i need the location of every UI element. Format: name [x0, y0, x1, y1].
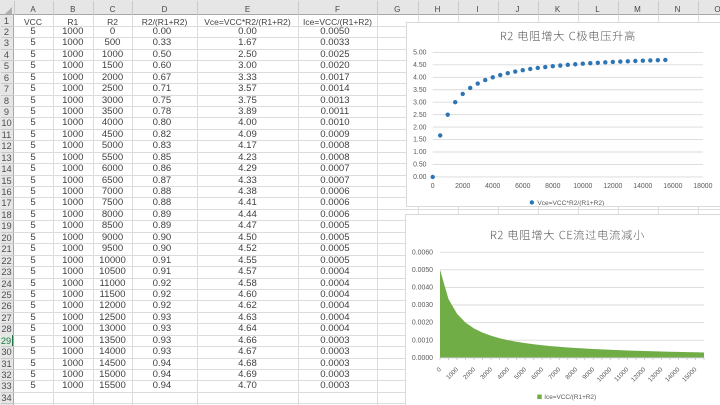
svg-text:4.50: 4.50: [413, 62, 427, 69]
svg-text:0.50: 0.50: [413, 161, 427, 168]
svg-text:10000: 10000: [573, 183, 592, 190]
svg-text:12000: 12000: [630, 366, 648, 384]
svg-text:3.50: 3.50: [413, 86, 427, 93]
svg-text:14000: 14000: [633, 183, 652, 190]
svg-text:3.00: 3.00: [413, 99, 427, 106]
svg-text:0.0020: 0.0020: [412, 319, 433, 326]
svg-text:4000: 4000: [496, 366, 511, 381]
svg-text:1.00: 1.00: [413, 149, 427, 156]
svg-text:1000: 1000: [445, 366, 460, 381]
svg-text:0.0060: 0.0060: [412, 249, 433, 256]
svg-text:1.50: 1.50: [413, 136, 427, 143]
svg-text:5.00: 5.00: [413, 49, 427, 56]
svg-text:6000: 6000: [530, 366, 545, 381]
svg-text:Ice=VCC/(R1+R2): Ice=VCC/(R1+R2): [544, 394, 596, 401]
svg-text:0.0030: 0.0030: [412, 302, 433, 309]
svg-text:16000: 16000: [663, 183, 682, 190]
svg-text:Vce=VCC*R2/(R1+R2): Vce=VCC*R2/(R1+R2): [537, 199, 604, 206]
svg-text:15000: 15000: [681, 366, 699, 384]
svg-text:9000: 9000: [581, 366, 596, 381]
svg-text:18000: 18000: [693, 183, 712, 190]
svg-text:7000: 7000: [547, 366, 562, 381]
svg-text:2.50: 2.50: [413, 111, 427, 118]
svg-text:0.0040: 0.0040: [412, 284, 433, 291]
svg-text:6000: 6000: [515, 183, 530, 190]
svg-text:14000: 14000: [664, 366, 682, 384]
svg-text:0.0010: 0.0010: [412, 337, 433, 344]
svg-text:13000: 13000: [647, 366, 665, 384]
svg-text:0: 0: [435, 366, 443, 374]
svg-text:10000: 10000: [596, 366, 614, 384]
svg-text:2000: 2000: [455, 183, 470, 190]
svg-text:4.00: 4.00: [413, 74, 427, 81]
svg-text:3000: 3000: [479, 366, 494, 381]
svg-text:0.0050: 0.0050: [412, 267, 433, 274]
svg-text:12000: 12000: [603, 183, 622, 190]
svg-text:2000: 2000: [462, 366, 477, 381]
svg-text:4000: 4000: [485, 183, 500, 190]
svg-text:5000: 5000: [513, 366, 528, 381]
svg-text:11000: 11000: [613, 366, 630, 383]
svg-text:8000: 8000: [545, 183, 560, 190]
svg-text:0.0000: 0.0000: [412, 355, 433, 362]
svg-text:8000: 8000: [564, 366, 579, 381]
svg-text:2.00: 2.00: [413, 124, 427, 131]
svg-text:0: 0: [430, 183, 434, 190]
svg-text:0.00: 0.00: [413, 174, 427, 181]
